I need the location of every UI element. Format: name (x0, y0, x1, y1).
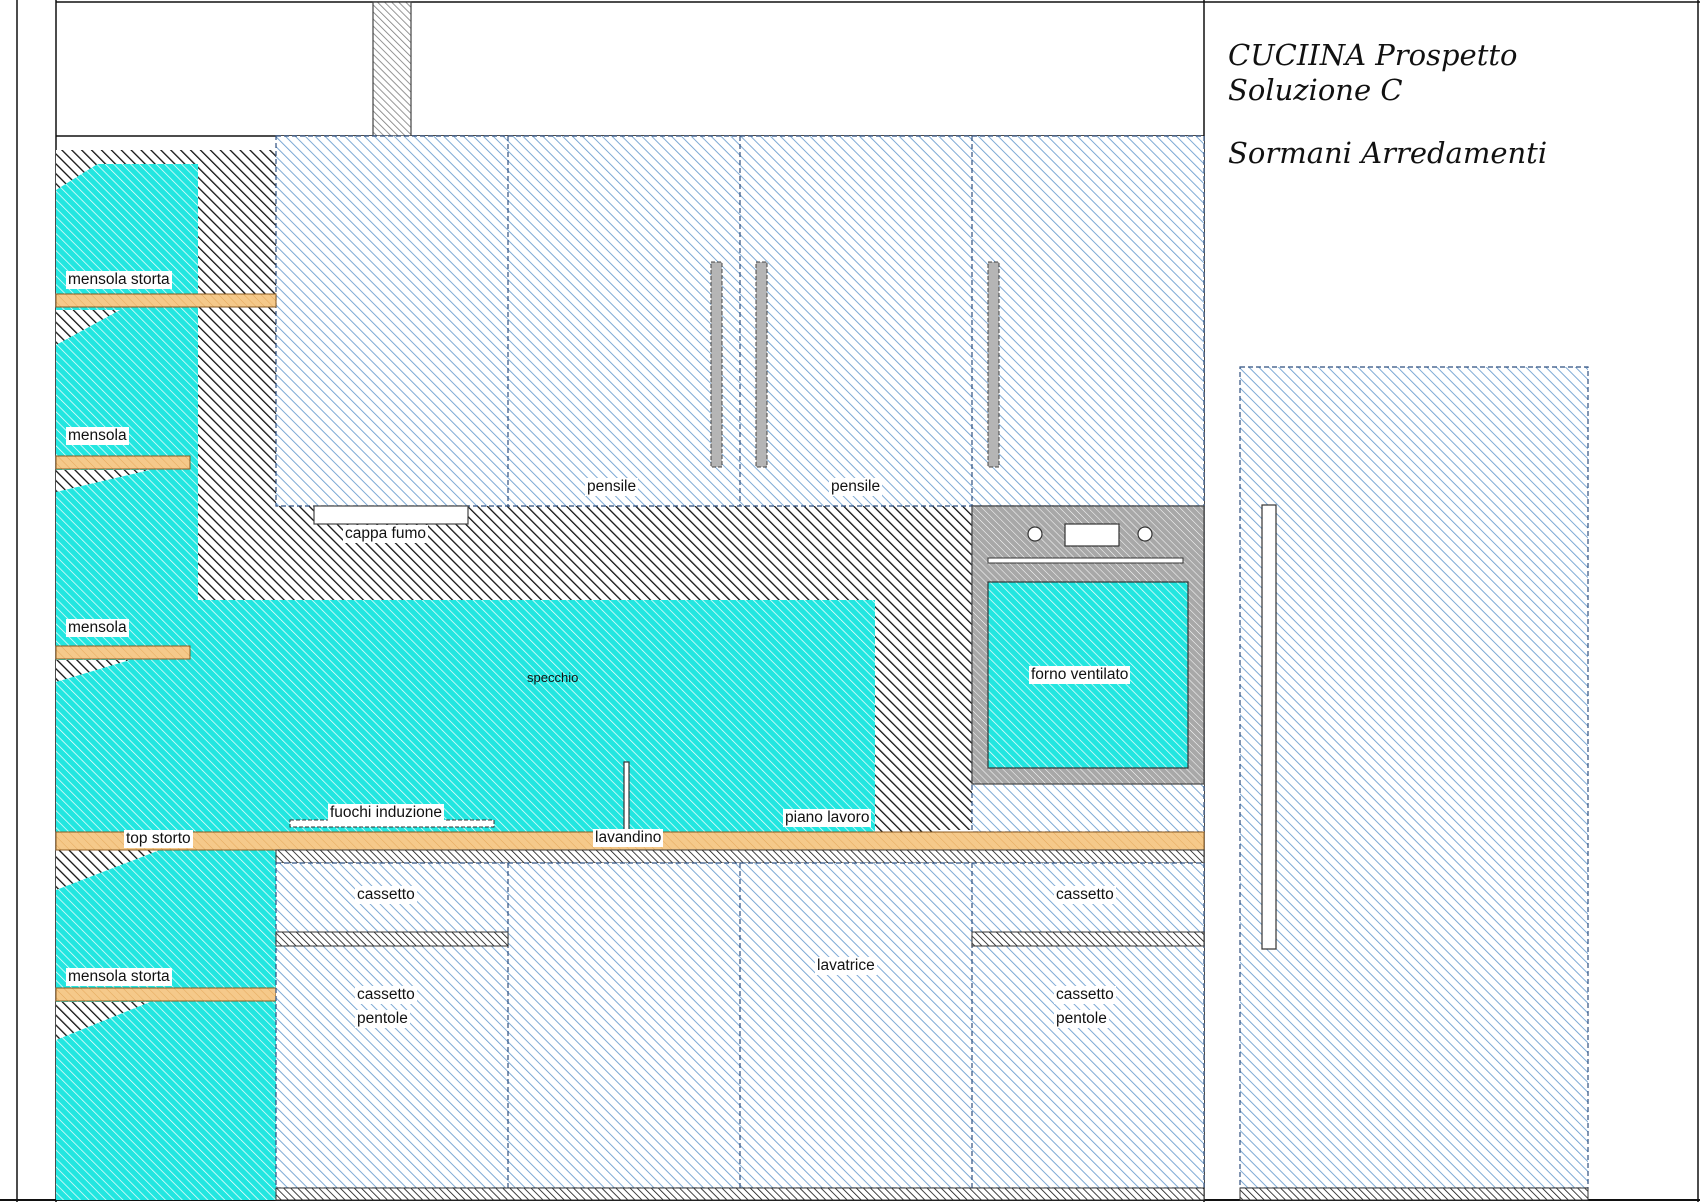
drawing-subtitle: Soluzione C (1228, 73, 1403, 107)
range-hood (313, 505, 469, 525)
sink-faucet (623, 761, 630, 833)
cabinet-handle (710, 261, 723, 468)
label-cassetto-right: cassetto (1054, 886, 1116, 904)
hood-chimney (372, 1, 412, 137)
label-cassetto-pentole-left-1: cassetto (355, 986, 417, 1004)
label-lavandino: lavandino (593, 829, 664, 847)
shelf-2 (55, 645, 191, 660)
company-name: Sormani Arredamenti (1228, 136, 1548, 170)
label-forno-ventilato: forno ventilato (1029, 666, 1131, 684)
label-mensola-storta-bottom: mensola storta (66, 968, 172, 986)
label-cassetto-pentole-right-1: cassetto (1054, 986, 1116, 1004)
label-specchio: specchio (527, 670, 579, 685)
cabinet-handle (755, 261, 768, 468)
label-cassetto-pentole-right-2: pentole (1054, 1010, 1109, 1028)
oven-knob-left (1027, 526, 1043, 542)
label-lavatrice: lavatrice (815, 957, 877, 975)
label-mensola-2: mensola (66, 619, 129, 637)
wall-hatch-ragged-5 (875, 506, 935, 832)
fridge-plinth (1239, 1187, 1589, 1201)
label-piano-lavoro: piano lavoro (783, 809, 872, 827)
fridge-handle (1261, 504, 1277, 950)
label-mensola-1: mensola (66, 427, 129, 445)
label-cassetto-left: cassetto (355, 886, 417, 904)
drawer-divider-right (971, 931, 1205, 947)
shelf-storta-top (55, 293, 277, 308)
label-top-storto: top storto (124, 830, 193, 848)
label-pensile-2: pensile (829, 478, 883, 496)
drawer-divider-left (275, 931, 509, 947)
oven-knob-right (1137, 526, 1153, 542)
cabinet-handle (987, 261, 1000, 468)
oven-handle (987, 557, 1184, 564)
oven-display (1064, 523, 1120, 547)
label-pensile-1: pensile (585, 478, 639, 496)
plinth-strip-top (275, 849, 1205, 864)
drawing-title: CUCIINA Prospetto (1228, 38, 1518, 72)
plinth (275, 1187, 1205, 1201)
fridge (1239, 366, 1589, 1189)
shelf-storta-bottom (55, 987, 277, 1002)
label-cassetto-pentole-left-2: pentole (355, 1010, 410, 1028)
shelf-1 (55, 455, 191, 470)
label-fuochi-induzione: fuochi induzione (328, 804, 445, 822)
label-cappa-fumo: cappa fumo (343, 525, 428, 543)
kitchen-elevation-drawing (0, 0, 1700, 1202)
label-mensola-storta-top: mensola storta (66, 271, 172, 289)
title-block: CUCIINA Prospetto Soluzione C Sormani Ar… (1228, 38, 1668, 171)
